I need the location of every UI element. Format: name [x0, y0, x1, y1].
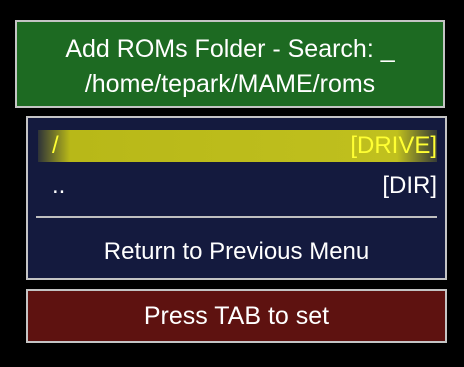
menu-item-drive-root[interactable]: / [DRIVE]: [38, 130, 437, 162]
dialog-header: Add ROMs Folder - Search: _ /home/tepark…: [15, 20, 445, 108]
folder-menu: / [DRIVE] .. [DIR] Return to Previous Me…: [26, 116, 447, 280]
menu-item-type: [DRIVE]: [350, 132, 437, 159]
footer-hint: Press TAB to set: [26, 289, 447, 343]
menu-item-name: ..: [52, 172, 66, 199]
current-path: /home/tepark/MAME/roms: [84, 70, 376, 98]
menu-item-parent-dir[interactable]: .. [DIR]: [38, 170, 437, 202]
menu-item-name: /: [52, 132, 59, 159]
return-to-previous-menu[interactable]: Return to Previous Menu: [28, 236, 445, 268]
dialog-title: Add ROMs Folder - Search: _: [65, 35, 395, 63]
menu-divider: [36, 216, 437, 218]
menu-item-type: [DIR]: [382, 172, 437, 199]
